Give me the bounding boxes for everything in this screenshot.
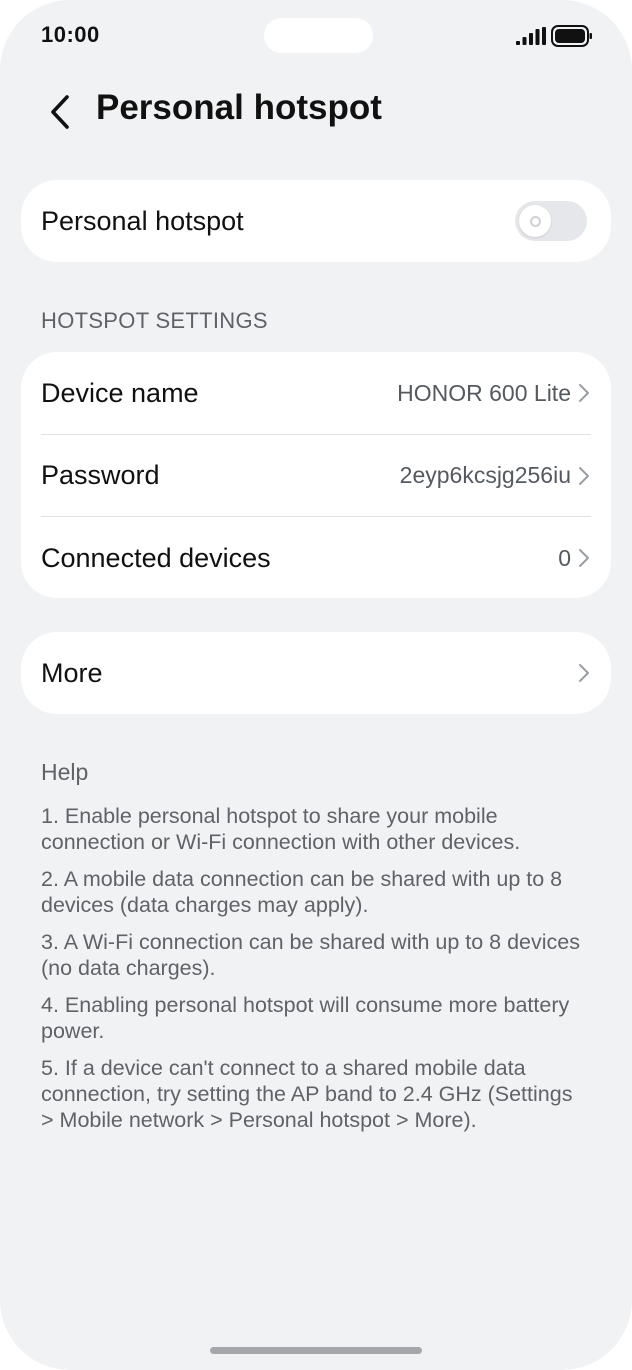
hotspot-toggle-card: Personal hotspot [21,180,611,262]
help-item: 1. Enable personal hotspot to share your… [41,804,521,854]
password-row[interactable]: Password 2eyp6kcsjg256iu [21,435,611,516]
help-item: 2. A mobile data connection can be share… [41,867,563,917]
hotspot-settings-card: Device name HONOR 600 Lite Password 2eyp… [21,352,611,598]
more-row[interactable]: More [21,632,611,714]
connected-devices-label: Connected devices [41,542,271,573]
help-item: 5. If a device can't connect to a shared… [41,1056,573,1132]
hotspot-settings-header: HOTSPOT SETTINGS [41,308,268,333]
password-label: Password [41,460,160,490]
device-name-value: HONOR 600 Lite [397,379,571,406]
battery-icon [551,25,592,47]
device-name-row[interactable]: Device name HONOR 600 Lite [21,352,611,434]
hotspot-toggle-label: Personal hotspot [41,205,244,236]
device-name-label: Device name [41,377,199,408]
more-label: More [41,657,103,688]
hotspot-toggle-switch[interactable] [515,201,587,241]
chevron-right-icon [579,384,589,402]
connected-devices-count: 0 [558,544,571,571]
chevron-right-icon [579,664,589,682]
chevron-right-icon [579,549,589,567]
toggle-knob [519,205,551,237]
chevron-right-icon [579,466,589,485]
help-item: 3. A Wi-Fi connection can be shared with… [41,930,580,980]
phone-screen: 10:00 Personal hotspot Personal hotspot … [0,0,632,1370]
home-indicator[interactable] [210,1347,422,1354]
connected-devices-row[interactable]: Connected devices 0 [21,517,611,599]
more-card: More [21,632,611,714]
hotspot-toggle-row[interactable]: Personal hotspot [21,180,611,262]
password-value: 2eyp6kcsjg256iu [399,462,571,488]
help-item: 4. Enabling personal hotspot will consum… [41,993,570,1043]
back-arrow-icon[interactable] [40,92,80,132]
signal-icon [516,27,546,45]
help-title: Help [41,759,89,785]
camera-pill [264,18,373,53]
page-title: Personal hotspot [96,88,382,127]
status-time: 10:00 [41,22,100,47]
help-list: 1. Enable personal hotspot to share your… [41,803,586,1144]
